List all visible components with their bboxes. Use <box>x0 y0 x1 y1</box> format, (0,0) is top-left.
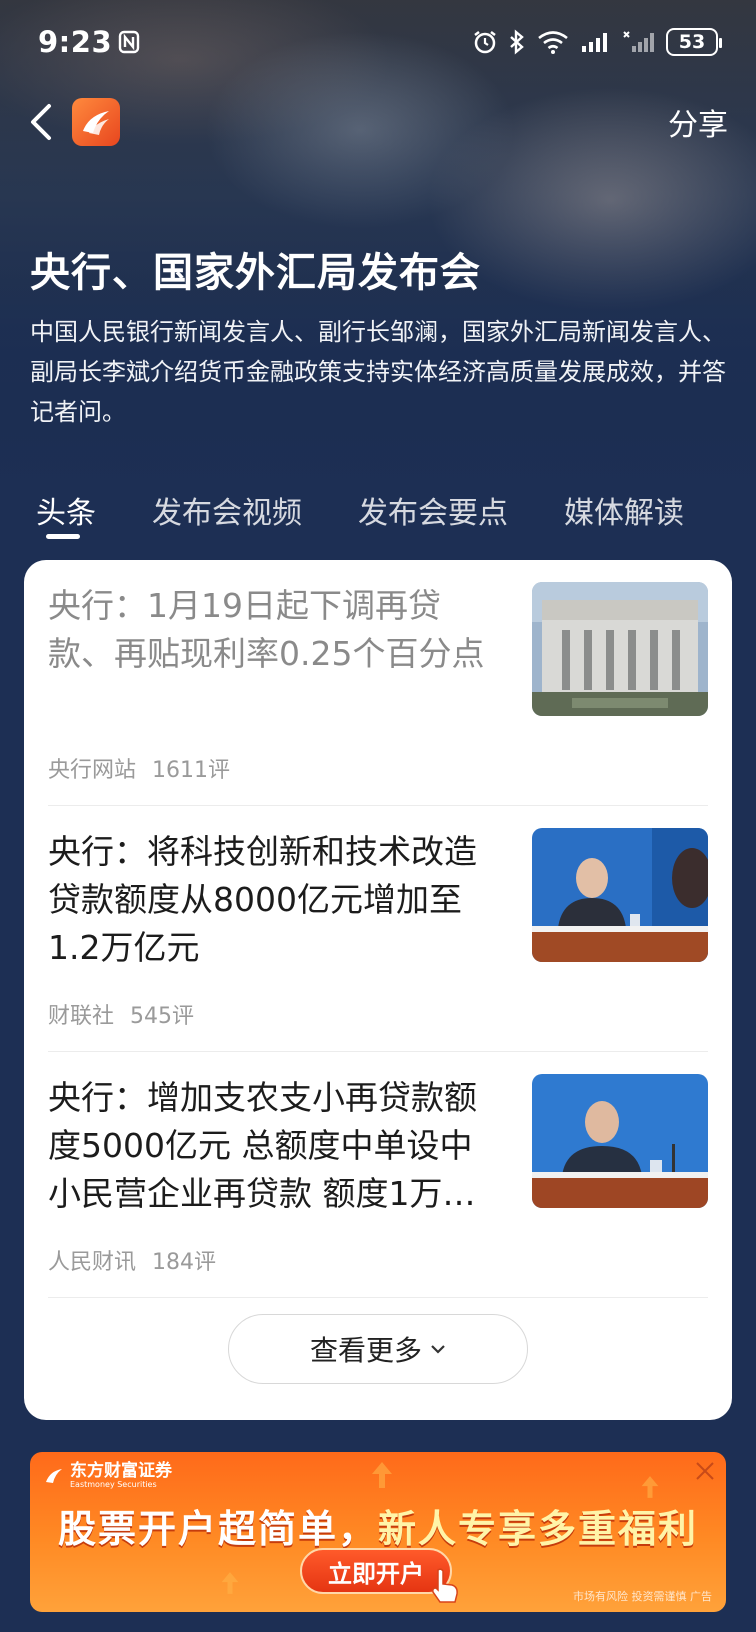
news-source: 央行网站 <box>48 758 137 783</box>
status-bar: 9:23 53 <box>0 20 756 64</box>
news-meta: 人民财讯 184评 <box>48 1244 216 1276</box>
decorative-arrow-icon <box>641 1476 659 1498</box>
tab-key-points[interactable]: 发布会要点 <box>358 488 508 532</box>
ad-brand-name: 东方财富证券 <box>70 1461 172 1481</box>
topic-description: 中国人民银行新闻发言人、副行长邹澜，国家外汇局新闻发言人、副局长李斌介绍货币金融… <box>30 318 726 426</box>
ad-headline-part2: 新人专享多重福利 <box>378 1507 699 1551</box>
ad-headline-part1: 股票开户超简单， <box>57 1507 378 1551</box>
tab-media-analysis[interactable]: 媒体解读 <box>564 488 684 532</box>
hand-pointer-icon <box>432 1568 458 1603</box>
eastmoney-logo-icon <box>46 1469 62 1483</box>
top-navigation: 分享 <box>0 92 756 152</box>
ad-close-button[interactable] <box>694 1460 716 1486</box>
chevron-down-icon <box>431 1345 445 1354</box>
news-source: 财联社 <box>48 1004 115 1029</box>
decorative-arrow-icon <box>221 1572 239 1594</box>
news-title[interactable]: 央行：将科技创新和技术改造贷款额度从8000亿元增加至1.2万亿元 <box>48 828 488 972</box>
news-thumbnail-speaker[interactable] <box>532 1074 708 1208</box>
close-icon <box>696 1462 714 1480</box>
bluetooth-icon <box>510 29 524 55</box>
tab-press-video[interactable]: 发布会视频 <box>152 488 302 532</box>
news-item[interactable]: 央行：增加支农支小再贷款额度5000亿元 总额度中单设中小民营企业再贷款 额度1… <box>48 1052 708 1298</box>
ad-headline: 股票开户超简单，新人专享多重福利 <box>30 1498 726 1553</box>
battery-level: 53 <box>678 31 706 53</box>
active-tab-indicator <box>46 534 80 539</box>
app-logo[interactable] <box>72 98 120 146</box>
news-thumbnail-building[interactable] <box>532 582 708 716</box>
signal-secondary-icon <box>623 31 654 52</box>
news-title[interactable]: 央行：1月19日起下调再贷款、再贴现利率0.25个百分点 <box>48 582 488 678</box>
chevron-left-icon <box>31 104 51 140</box>
news-card: 央行：1月19日起下调再贷款、再贴现利率0.25个百分点 央行网站 1611评 <box>24 560 732 1420</box>
tab-fade-overlay <box>676 480 756 540</box>
decorative-arrow-icon <box>372 1462 392 1488</box>
tab-headlines[interactable]: 头条 <box>36 488 96 532</box>
alarm-icon <box>474 31 496 54</box>
news-comment-count: 184评 <box>152 1250 217 1275</box>
news-comment-count: 1611评 <box>152 758 231 783</box>
news-meta: 财联社 545评 <box>48 998 194 1030</box>
news-source: 人民财讯 <box>48 1250 137 1275</box>
news-item[interactable]: 央行：将科技创新和技术改造贷款额度从8000亿元增加至1.2万亿元 财联社 54… <box>48 806 708 1052</box>
back-button[interactable] <box>24 100 58 144</box>
brand-logo-icon <box>83 111 109 135</box>
ad-cta-label: 立即开户 <box>328 1559 424 1588</box>
tab-bar: 头条 发布会视频 发布会要点 媒体解读 <box>0 480 756 540</box>
nfc-icon <box>118 30 140 54</box>
news-item[interactable]: 央行：1月19日起下调再贷款、再贴现利率0.25个百分点 央行网站 1611评 <box>48 560 708 806</box>
news-thumbnail-speaker[interactable] <box>532 828 708 962</box>
news-title[interactable]: 央行：增加支农支小再贷款额度5000亿元 总额度中单设中小民营企业再贷款 额度1… <box>48 1074 488 1218</box>
topic-title: 央行、国家外汇局发布会 <box>30 250 481 296</box>
news-comment-count: 545评 <box>130 1004 195 1029</box>
battery-indicator: 53 <box>666 28 722 56</box>
ad-brand-name-en: Eastmoney Securities <box>70 1480 157 1489</box>
news-meta: 央行网站 1611评 <box>48 752 230 784</box>
wifi-icon <box>538 31 568 54</box>
view-more-button[interactable]: 查看更多 <box>228 1314 528 1384</box>
signal-icon <box>582 33 607 52</box>
ad-disclaimer: 市场有风险 投资需谨慎 广告 <box>573 1590 712 1603</box>
ad-banner[interactable]: 东方财富证券 Eastmoney Securities 股票开户超简单，新人专享… <box>30 1452 726 1612</box>
share-button[interactable]: 分享 <box>668 100 728 144</box>
ad-brand: 东方财富证券 Eastmoney Securities <box>44 1462 172 1490</box>
view-more-label: 查看更多 <box>309 1334 422 1367</box>
status-time: 9:23 <box>38 25 113 59</box>
